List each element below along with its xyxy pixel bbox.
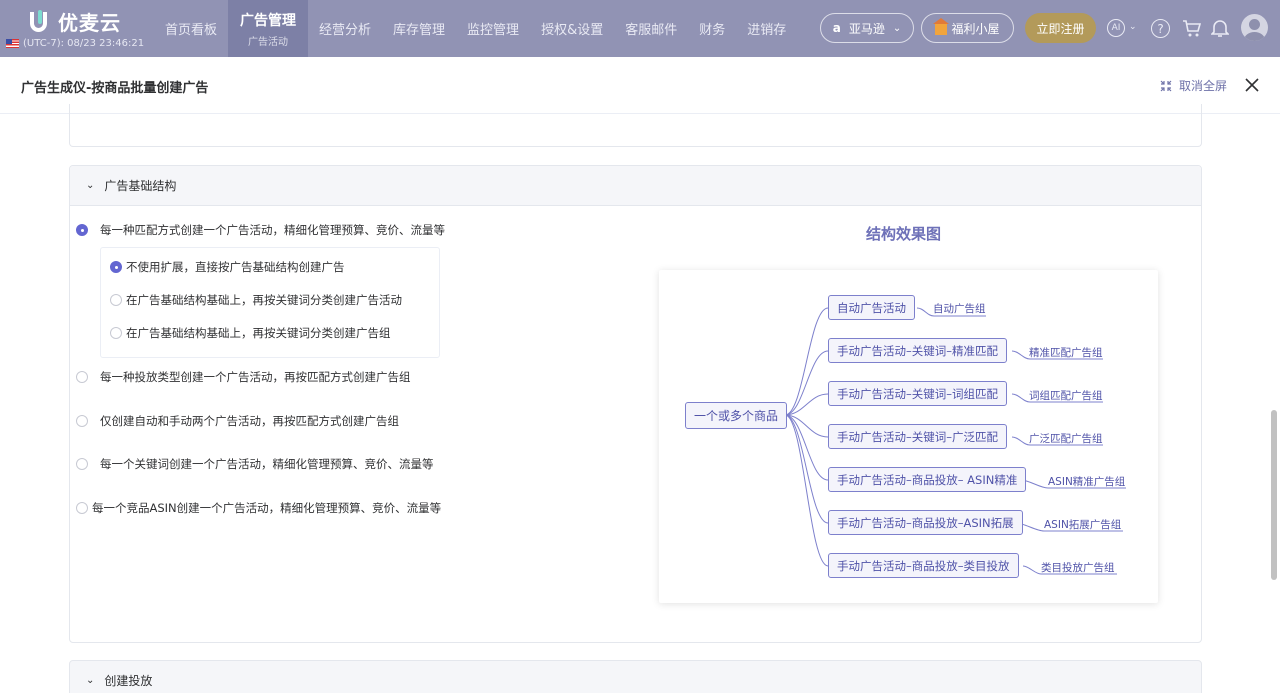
- nav-item-purchase-sales[interactable]: 进销存: [736, 0, 797, 57]
- diagram-group-label: 词组匹配广告组: [1029, 390, 1103, 402]
- exit-fullscreen-label: 取消全屏: [1179, 79, 1228, 93]
- diagram-group-label: 类目投放广告组: [1041, 562, 1115, 574]
- option-label: 仅创建自动和手动两个广告活动，再按匹配方式创建广告组: [100, 414, 399, 428]
- nav-item-auth-settings[interactable]: 授权&设置: [530, 0, 614, 57]
- timezone-clock: (UTC-7): 08/23 23:46:21: [6, 38, 144, 49]
- option-label: 每一个竞品ASIN创建一个广告活动，精细化管理预算、竞价、流量等: [92, 501, 442, 515]
- brand-name: 优麦云: [58, 11, 121, 35]
- diagram-campaign-node: 手动广告活动–商品投放–类目投放: [828, 553, 1019, 578]
- create-targeting-panel-header[interactable]: ⌄ 创建投放: [69, 660, 1202, 693]
- user-avatar[interactable]: [1241, 14, 1268, 41]
- welfare-button[interactable]: 福利小屋: [921, 13, 1014, 43]
- bell-icon[interactable]: [1211, 18, 1229, 38]
- nav-label: 广告管理: [240, 12, 297, 29]
- extension-option-1[interactable]: 不使用扩展，直接按广告基础结构创建广告: [110, 259, 345, 275]
- nav-label: 财务: [699, 23, 726, 38]
- diagram-campaign-node: 手动广告活动–关键词–词组匹配: [828, 381, 1007, 406]
- nav-label: 库存管理: [393, 23, 446, 38]
- register-button[interactable]: 立即注册: [1025, 13, 1096, 43]
- ai-assistant-icon[interactable]: AI: [1107, 19, 1125, 37]
- diagram-campaign-node: 自动广告活动: [828, 295, 915, 320]
- chevron-down-icon[interactable]: ⌄: [1129, 22, 1137, 32]
- help-icon[interactable]: ?: [1151, 19, 1170, 38]
- radio-button[interactable]: [76, 415, 88, 427]
- radio-button[interactable]: [76, 458, 88, 470]
- nav-item-finance[interactable]: 财务: [688, 0, 736, 57]
- radio-button[interactable]: [76, 502, 88, 514]
- radio-button[interactable]: [110, 327, 122, 339]
- welfare-label: 福利小屋: [951, 21, 1000, 36]
- exit-fullscreen-button[interactable]: 取消全屏: [1160, 77, 1227, 94]
- diagram-campaign-node: 手动广告活动–关键词–广泛匹配: [828, 424, 1007, 449]
- extension-option-3[interactable]: 在广告基础结构基础上，再按关键词分类创建广告组: [110, 325, 391, 341]
- top-navbar: 优麦云 (UTC-7): 08/23 23:46:21 首页看板 广告管理 广告…: [0, 0, 1280, 57]
- logo-icon: [30, 9, 52, 34]
- chevron-down-icon: ⌄: [86, 674, 95, 686]
- nav-item-analysis[interactable]: 经营分析: [308, 0, 382, 57]
- nav-sublabel: 广告活动: [248, 36, 289, 48]
- clock-text: (UTC-7): 08/23 23:46:21: [23, 38, 145, 49]
- radio-button[interactable]: [76, 371, 88, 383]
- cart-icon[interactable]: [1182, 18, 1202, 38]
- option-label: 每一个关键词创建一个广告活动，精细化管理预算、竞价、流量等: [100, 457, 434, 471]
- radio-button[interactable]: [110, 261, 122, 273]
- nav-label: 经营分析: [319, 23, 372, 38]
- scrollbar-thumb[interactable]: [1271, 410, 1277, 580]
- option-label: 不使用扩展，直接按广告基础结构创建广告: [126, 260, 345, 274]
- option-label: 在广告基础结构基础上，再按关键词分类创建广告活动: [126, 293, 402, 307]
- marketplace-select[interactable]: a 亚马逊 ⌄: [820, 13, 914, 43]
- nav-label: 进销存: [747, 23, 787, 38]
- diagram-group-label: 精准匹配广告组: [1029, 347, 1103, 359]
- panel-header[interactable]: ⌄ 广告基础结构: [70, 166, 1201, 206]
- nav-label: 监控管理: [467, 23, 520, 38]
- main-nav: 首页看板 广告管理 广告活动 经营分析 库存管理 监控管理 授权&设置 客服邮件…: [154, 0, 797, 57]
- marketplace-label: 亚马逊: [848, 21, 885, 36]
- structure-option-4[interactable]: 每一个关键词创建一个广告活动，精细化管理预算、竞价、流量等: [76, 456, 434, 472]
- diagram-group-label: ASIN拓展广告组: [1044, 519, 1122, 531]
- radio-button[interactable]: [110, 294, 122, 306]
- structure-option-1[interactable]: 每一种匹配方式创建一个广告活动，精细化管理预算、竞价、流量等: [76, 222, 445, 238]
- diagram-root-node: 一个或多个商品: [685, 402, 788, 429]
- close-icon[interactable]: [1244, 77, 1260, 93]
- nav-item-ads[interactable]: 广告管理 广告活动: [228, 0, 309, 57]
- panel-title: 创建投放: [104, 673, 153, 688]
- chevron-down-icon: ⌄: [86, 180, 95, 191]
- diagram-group-label: 广泛匹配广告组: [1029, 433, 1103, 445]
- structure-option-2[interactable]: 每一种投放类型创建一个广告活动，再按匹配方式创建广告组: [76, 369, 411, 385]
- register-label: 立即注册: [1036, 21, 1085, 36]
- diagram-campaign-node: 手动广告活动–商品投放–ASIN拓展: [828, 510, 1023, 535]
- diagram-group-label: 自动广告组: [933, 303, 986, 315]
- nav-label: 首页看板: [165, 23, 218, 38]
- logo[interactable]: 优麦云: [30, 7, 121, 36]
- structure-option-5[interactable]: 每一个竞品ASIN创建一个广告活动，精细化管理预算、竞价、流量等: [76, 500, 441, 516]
- diagram-title: 结构效果图: [866, 225, 942, 243]
- diagram-campaign-node: 手动广告活动–商品投放– ASIN精准: [828, 467, 1027, 492]
- amazon-icon: a: [832, 21, 841, 35]
- nav-label: 客服邮件: [625, 23, 678, 38]
- dialog-title: 广告生成仪-按商品批量创建广告: [21, 81, 209, 96]
- nav-item-dashboard[interactable]: 首页看板: [154, 0, 228, 57]
- ai-label: AI: [1111, 23, 1121, 33]
- radio-button[interactable]: [76, 224, 88, 236]
- structure-option-3[interactable]: 仅创建自动和手动两个广告活动，再按匹配方式创建广告组: [76, 413, 399, 429]
- panel-title: 广告基础结构: [104, 179, 177, 193]
- nav-item-monitor[interactable]: 监控管理: [456, 0, 530, 57]
- option-label: 每一种投放类型创建一个广告活动，再按匹配方式创建广告组: [100, 370, 411, 384]
- nav-item-inventory[interactable]: 库存管理: [382, 0, 456, 57]
- collapse-icon: [1160, 80, 1172, 91]
- previous-panel: [69, 104, 1202, 147]
- scrollbar-track[interactable]: [1270, 114, 1278, 693]
- house-icon: [933, 17, 950, 35]
- diagram-campaign-node: 手动广告活动–关键词–精准匹配: [828, 338, 1007, 363]
- extension-option-2[interactable]: 在广告基础结构基础上，再按关键词分类创建广告活动: [110, 292, 402, 308]
- us-flag-icon: [6, 39, 19, 48]
- option-label: 在广告基础结构基础上，再按关键词分类创建广告组: [126, 326, 391, 340]
- chevron-down-icon: ⌄: [892, 22, 902, 34]
- diagram-group-label: ASIN精准广告组: [1048, 476, 1126, 488]
- nav-label: 授权&设置: [541, 23, 604, 38]
- option-label: 每一种匹配方式创建一个广告活动，精细化管理预算、竞价、流量等: [100, 223, 445, 237]
- nav-item-service-mail[interactable]: 客服邮件: [614, 0, 688, 57]
